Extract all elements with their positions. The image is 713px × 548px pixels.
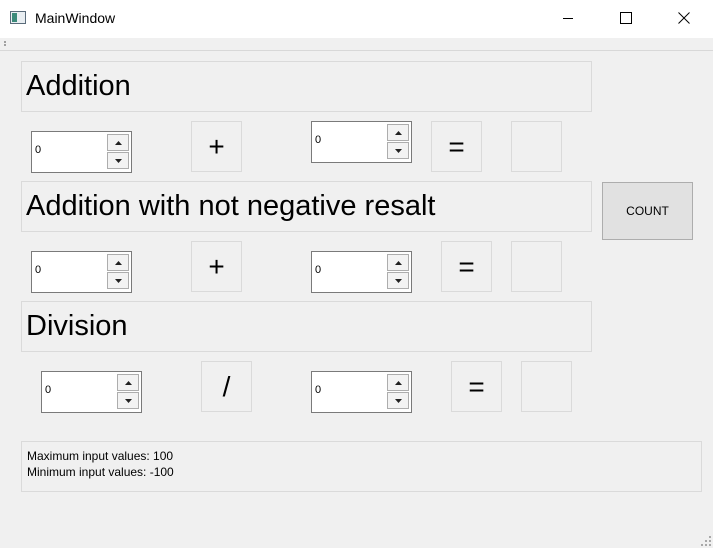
equals-sign: = — [441, 241, 492, 292]
spin-up-button[interactable] — [387, 254, 409, 271]
chevron-up-icon — [114, 140, 122, 145]
addition-nonneg-label: Addition with not negative resalt — [21, 181, 592, 232]
chevron-down-icon — [114, 158, 122, 163]
maximize-button[interactable] — [597, 0, 655, 36]
spin-up-button[interactable] — [107, 254, 129, 271]
chevron-up-icon — [394, 260, 402, 265]
chevron-up-icon — [114, 260, 122, 265]
divide-operator: / — [201, 361, 252, 412]
input-limits-info: Maximum input values: 100 Minimum input … — [21, 441, 702, 492]
spin-down-button[interactable] — [117, 392, 139, 409]
division-result — [521, 361, 572, 412]
window-title: MainWindow — [35, 10, 116, 26]
equals-sign: = — [451, 361, 502, 412]
spinbox-value: 0 — [45, 384, 52, 396]
division-label: Division — [21, 301, 592, 352]
addition-nonneg-result — [511, 241, 562, 292]
max-input-text: Maximum input values: 100 — [27, 449, 174, 463]
spin-down-button[interactable] — [387, 272, 409, 289]
close-icon — [678, 12, 690, 24]
division-operand2-spinbox[interactable]: 0 — [311, 371, 412, 413]
spin-down-button[interactable] — [387, 392, 409, 409]
minimize-button[interactable] — [539, 0, 597, 36]
resize-grip[interactable] — [701, 536, 711, 546]
addition-label: Addition — [21, 61, 592, 112]
addition-result — [511, 121, 562, 172]
addition-nonneg-operand1-spinbox[interactable]: 0 — [31, 251, 132, 293]
spinbox-value: 0 — [315, 264, 322, 276]
spin-down-button[interactable] — [107, 152, 129, 169]
title-bar: MainWindow — [0, 0, 713, 38]
spin-up-button[interactable] — [107, 134, 129, 151]
spinbox-value: 0 — [35, 264, 42, 276]
spin-up-button[interactable] — [387, 374, 409, 391]
chevron-up-icon — [394, 130, 402, 135]
division-operand1-spinbox[interactable]: 0 — [41, 371, 142, 413]
chevron-up-icon — [394, 380, 402, 385]
addition-operand2-spinbox[interactable]: 0 — [311, 121, 412, 163]
close-button[interactable] — [655, 0, 713, 36]
chevron-down-icon — [394, 398, 402, 403]
spin-down-button[interactable] — [387, 142, 409, 159]
spinbox-value: 0 — [315, 384, 322, 396]
spin-up-button[interactable] — [117, 374, 139, 391]
chevron-down-icon — [124, 398, 132, 403]
chevron-down-icon — [114, 278, 122, 283]
chevron-down-icon — [394, 148, 402, 153]
plus-operator: + — [191, 121, 242, 172]
min-input-text: Minimum input values: -100 — [27, 465, 174, 479]
count-button[interactable]: COUNT — [602, 182, 693, 240]
toolbar-separator — [0, 50, 713, 51]
spinbox-value: 0 — [35, 144, 42, 156]
window-app-icon — [10, 11, 26, 24]
spinbox-value: 0 — [315, 134, 322, 146]
chevron-down-icon — [394, 278, 402, 283]
chevron-up-icon — [124, 380, 132, 385]
maximize-icon — [620, 12, 632, 24]
addition-operand1-spinbox[interactable]: 0 — [31, 131, 132, 173]
toolbar-grip[interactable] — [4, 41, 6, 49]
plus-operator: + — [191, 241, 242, 292]
equals-sign: = — [431, 121, 482, 172]
spin-up-button[interactable] — [387, 124, 409, 141]
spin-down-button[interactable] — [107, 272, 129, 289]
addition-nonneg-operand2-spinbox[interactable]: 0 — [311, 251, 412, 293]
minimize-icon — [563, 18, 573, 19]
